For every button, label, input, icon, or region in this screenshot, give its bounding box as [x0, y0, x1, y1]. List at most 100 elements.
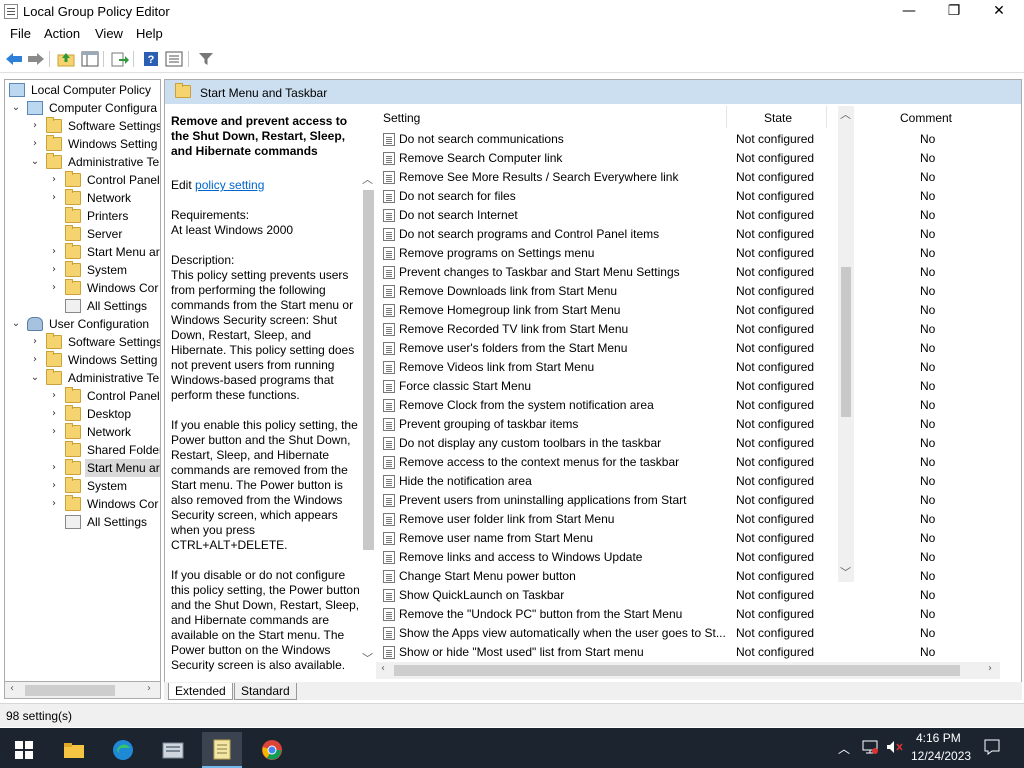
setting-comment: No	[920, 607, 936, 621]
expand-arrow-icon[interactable]: ›	[48, 495, 60, 513]
scrollbar-thumb[interactable]	[394, 665, 960, 676]
expand-arrow-icon[interactable]: ›	[29, 117, 41, 135]
network-icon[interactable]	[862, 740, 878, 757]
expand-arrow-icon[interactable]: ›	[48, 387, 60, 405]
expand-arrow-icon[interactable]: ›	[48, 423, 60, 441]
close-button[interactable]: ✕	[976, 0, 1022, 23]
collapse-arrow-icon[interactable]: ⌄	[29, 153, 41, 171]
expand-arrow-icon[interactable]: ›	[48, 477, 60, 495]
expand-arrow-icon[interactable]: ›	[29, 333, 41, 351]
menu-file[interactable]: File	[10, 26, 31, 41]
up-folder-icon[interactable]	[56, 49, 76, 69]
table-row[interactable]: Do not search for files Not configured No	[377, 187, 1007, 206]
table-row[interactable]: Remove user's folders from the Start Men…	[377, 339, 1007, 358]
scroll-right-icon[interactable]: ›	[147, 683, 151, 694]
collapse-arrow-icon[interactable]: ⌄	[10, 315, 22, 333]
menu-view[interactable]: View	[95, 26, 123, 41]
forward-icon[interactable]	[26, 49, 46, 69]
volume-muted-icon[interactable]	[886, 740, 904, 757]
description-scrollbar[interactable]: ︿ ﹀	[362, 173, 375, 666]
expand-arrow-icon[interactable]: ›	[48, 189, 60, 207]
table-row[interactable]: Show or hide "Most used" list from Start…	[377, 643, 1007, 662]
properties-icon[interactable]	[164, 49, 184, 69]
help-icon[interactable]: ?	[141, 49, 161, 69]
scroll-down-icon[interactable]: ﹀	[362, 650, 373, 666]
table-row[interactable]: Do not search Internet Not configured No	[377, 206, 1007, 225]
expand-arrow-icon[interactable]: ›	[48, 171, 60, 189]
table-row[interactable]: Remove user name from Start Menu Not conf…	[377, 529, 1007, 548]
tab-standard[interactable]: Standard	[234, 683, 297, 700]
tab-extended[interactable]: Extended	[168, 683, 233, 700]
policy-setting-icon	[383, 532, 395, 545]
table-row[interactable]: Change Start Menu power button Not config…	[377, 567, 1007, 586]
table-row[interactable]: Remove Downloads link from Start Menu Not…	[377, 282, 1007, 301]
table-row[interactable]: Remove Homegroup link from Start Menu Not…	[377, 301, 1007, 320]
menu-help[interactable]: Help	[136, 26, 163, 41]
all-settings-icon	[65, 299, 81, 313]
notepad-icon[interactable]	[202, 732, 242, 768]
table-row[interactable]: Show QuickLaunch on Taskbar Not configure…	[377, 586, 1007, 605]
table-row[interactable]: Remove Search Computer link Not configure…	[377, 149, 1007, 168]
table-row[interactable]: Force classic Start Menu Not configured No	[377, 377, 1007, 396]
table-row[interactable]: Remove Videos link from Start Menu Not co…	[377, 358, 1007, 377]
table-row[interactable]: Remove links and access to Windows Updat…	[377, 548, 1007, 567]
clock-time[interactable]: 4:16 PM	[916, 731, 961, 745]
table-row[interactable]: Show the Apps view automatically when th…	[377, 624, 1007, 643]
server-manager-icon[interactable]	[153, 732, 193, 768]
notifications-icon[interactable]	[983, 738, 1001, 759]
table-row[interactable]: Remove access to the context menus for t…	[377, 453, 1007, 472]
collapse-arrow-icon[interactable]: ⌄	[29, 369, 41, 387]
expand-arrow-icon[interactable]: ›	[48, 243, 60, 261]
table-row[interactable]: Prevent users from uninstalling applicat…	[377, 491, 1007, 510]
expand-arrow-icon[interactable]: ›	[29, 351, 41, 369]
scrollbar-thumb[interactable]	[25, 685, 115, 696]
table-row[interactable]: Remove the "Undock PC" button from the S…	[377, 605, 1007, 624]
column-header-comment[interactable]: Comment	[900, 111, 952, 125]
collapse-arrow-icon[interactable]: ⌄	[10, 99, 22, 117]
column-header-state[interactable]: State	[764, 111, 792, 125]
table-row[interactable]: Do not search communications Not configur…	[377, 130, 1007, 149]
back-icon[interactable]	[4, 49, 24, 69]
list-horizontal-scrollbar[interactable]: ‹ ›	[376, 662, 1000, 679]
column-header-setting[interactable]: Setting	[383, 111, 420, 125]
scroll-right-icon[interactable]: ›	[988, 663, 992, 674]
menu-action[interactable]: Action	[44, 26, 80, 41]
scroll-down-icon[interactable]: ﹀	[840, 564, 851, 580]
scrollbar-thumb[interactable]	[841, 267, 851, 417]
list-vertical-scrollbar[interactable]: ︿ ﹀	[838, 106, 854, 582]
edge-icon[interactable]	[103, 732, 143, 768]
windows-start-icon[interactable]	[4, 732, 44, 768]
table-row[interactable]: Do not display any custom toolbars in th…	[377, 434, 1007, 453]
scroll-left-icon[interactable]: ‹	[10, 683, 14, 694]
expand-arrow-icon[interactable]: ›	[48, 405, 60, 423]
scroll-up-icon[interactable]: ︿	[362, 171, 373, 187]
scroll-up-icon[interactable]: ︿	[840, 106, 851, 122]
expand-arrow-icon[interactable]: ›	[48, 279, 60, 297]
maximize-button[interactable]: ❐	[931, 0, 977, 23]
table-row[interactable]: Hide the notification area Not configured…	[377, 472, 1007, 491]
clock-date[interactable]: 12/24/2023	[911, 749, 971, 763]
chrome-icon[interactable]	[252, 732, 292, 768]
policy-setting-link[interactable]: policy setting	[195, 178, 264, 192]
scroll-left-icon[interactable]: ‹	[381, 663, 385, 674]
table-row[interactable]: Do not search programs and Control Panel…	[377, 225, 1007, 244]
table-row[interactable]: Remove Recorded TV link from Start Menu N…	[377, 320, 1007, 339]
table-row[interactable]: Prevent grouping of taskbar items Not con…	[377, 415, 1007, 434]
file-explorer-icon[interactable]	[54, 732, 94, 768]
table-row[interactable]: Remove programs on Settings menu Not conf…	[377, 244, 1007, 263]
expand-arrow-icon[interactable]: ›	[48, 261, 60, 279]
export-list-icon[interactable]	[110, 49, 130, 69]
minimize-button[interactable]: —	[886, 0, 932, 23]
expand-arrow-icon[interactable]: ›	[48, 459, 60, 477]
expand-arrow-icon[interactable]: ›	[29, 135, 41, 153]
table-row[interactable]: Remove user folder link from Start Menu N…	[377, 510, 1007, 529]
table-row[interactable]: Remove Clock from the system notificatio…	[377, 396, 1007, 415]
table-row[interactable]: Prevent changes to Taskbar and Start Men…	[377, 263, 1007, 282]
setting-name: Do not display any custom toolbars in th…	[399, 436, 662, 450]
tree-horizontal-scrollbar[interactable]: ‹ ›	[4, 682, 161, 699]
filter-icon[interactable]	[196, 49, 216, 69]
table-row[interactable]: Remove See More Results / Search Everywh…	[377, 168, 1007, 187]
show-hide-tree-icon[interactable]	[80, 49, 100, 69]
show-hidden-icons-icon[interactable]: ︿	[838, 740, 850, 757]
scrollbar-thumb[interactable]	[363, 190, 374, 550]
